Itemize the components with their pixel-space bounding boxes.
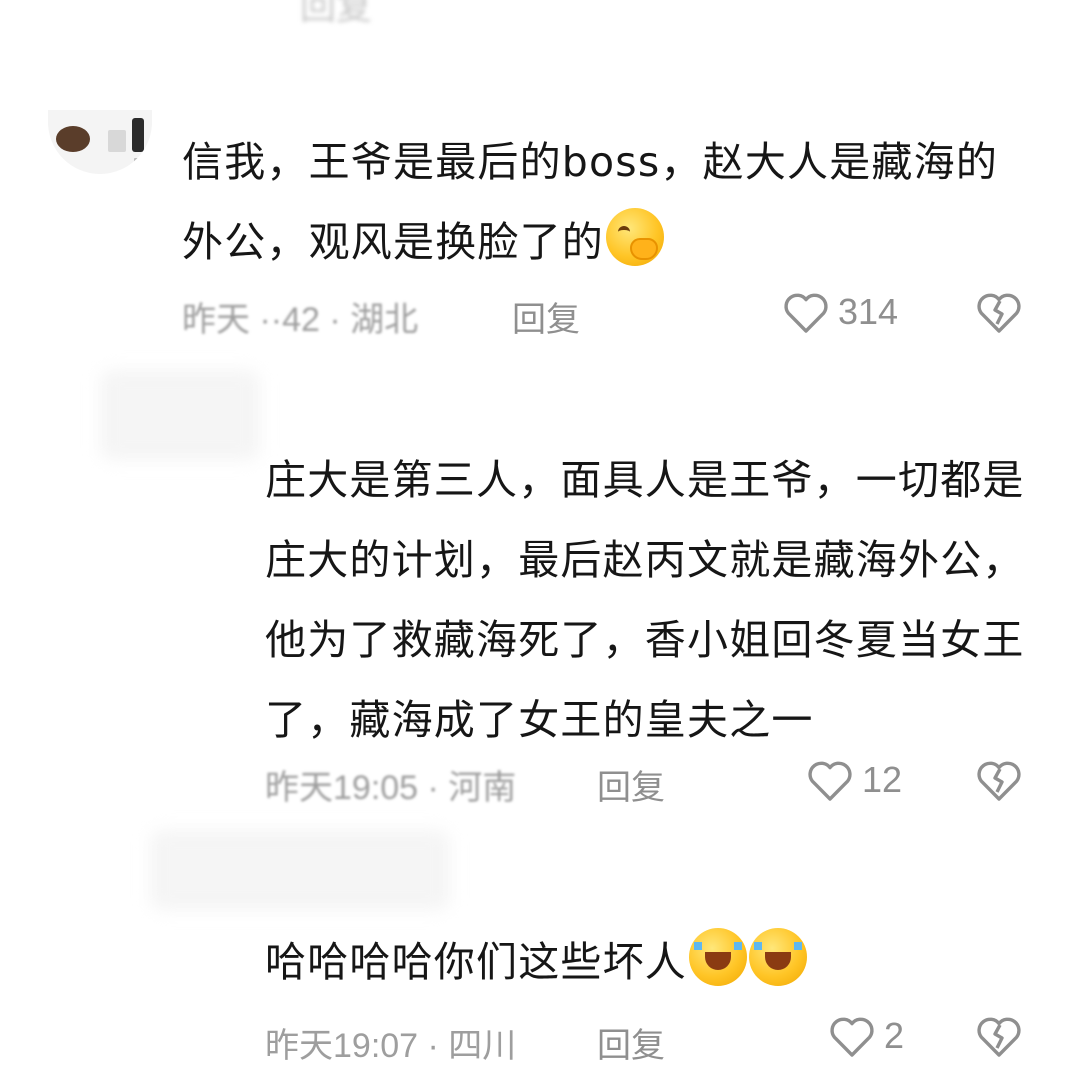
comment-3: 哈哈哈哈你们这些坏人	[265, 922, 1035, 1002]
dislike-icon[interactable]	[975, 758, 1023, 802]
laugh-cry-emoji	[749, 928, 807, 986]
reply-button[interactable]: 回复	[597, 760, 665, 809]
comment-meta: 昨天19:05 · 河南	[265, 769, 517, 807]
heart-icon	[830, 1017, 874, 1057]
like-count: 314	[838, 291, 899, 332]
comment-text: 庄大是第三人，面具人是王爷，一切都是庄大的计划，最后赵丙文就是藏海外公，他为了救…	[265, 456, 1025, 744]
comment-meta: 昨天19:07 · 四川	[265, 1027, 517, 1065]
heart-icon	[808, 761, 852, 801]
previous-reply-fragment: 回复	[300, 0, 373, 28]
comment-meta: 昨天 ··42 · 湖北	[182, 301, 419, 339]
shy-smile-emoji	[606, 208, 664, 266]
like-button[interactable]: 2	[828, 1014, 904, 1058]
comment-2: 庄大是第三人，面具人是王爷，一切都是庄大的计划，最后赵丙文就是藏海外公，他为了救…	[265, 440, 1035, 760]
like-button[interactable]: 314	[782, 290, 898, 334]
laugh-cry-emoji	[689, 928, 747, 986]
reply-button[interactable]: 回复	[512, 292, 580, 341]
comment-text: 信我，王爷是最后的boss，赵大人是藏海的外公，观风是换脸了的	[182, 138, 999, 266]
avatar[interactable]	[48, 110, 152, 174]
comment-text: 哈哈哈哈你们这些坏人	[265, 922, 1035, 1002]
heart-icon	[784, 293, 828, 333]
like-count: 12	[862, 759, 903, 800]
reply-button[interactable]: 回复	[597, 1018, 665, 1067]
dislike-icon[interactable]	[975, 290, 1023, 334]
like-button[interactable]: 12	[806, 758, 902, 802]
dislike-icon[interactable]	[975, 1014, 1023, 1058]
like-count: 2	[884, 1015, 905, 1056]
comment-1: 信我，王爷是最后的boss，赵大人是藏海的外公，观风是换脸了的	[182, 122, 1032, 282]
